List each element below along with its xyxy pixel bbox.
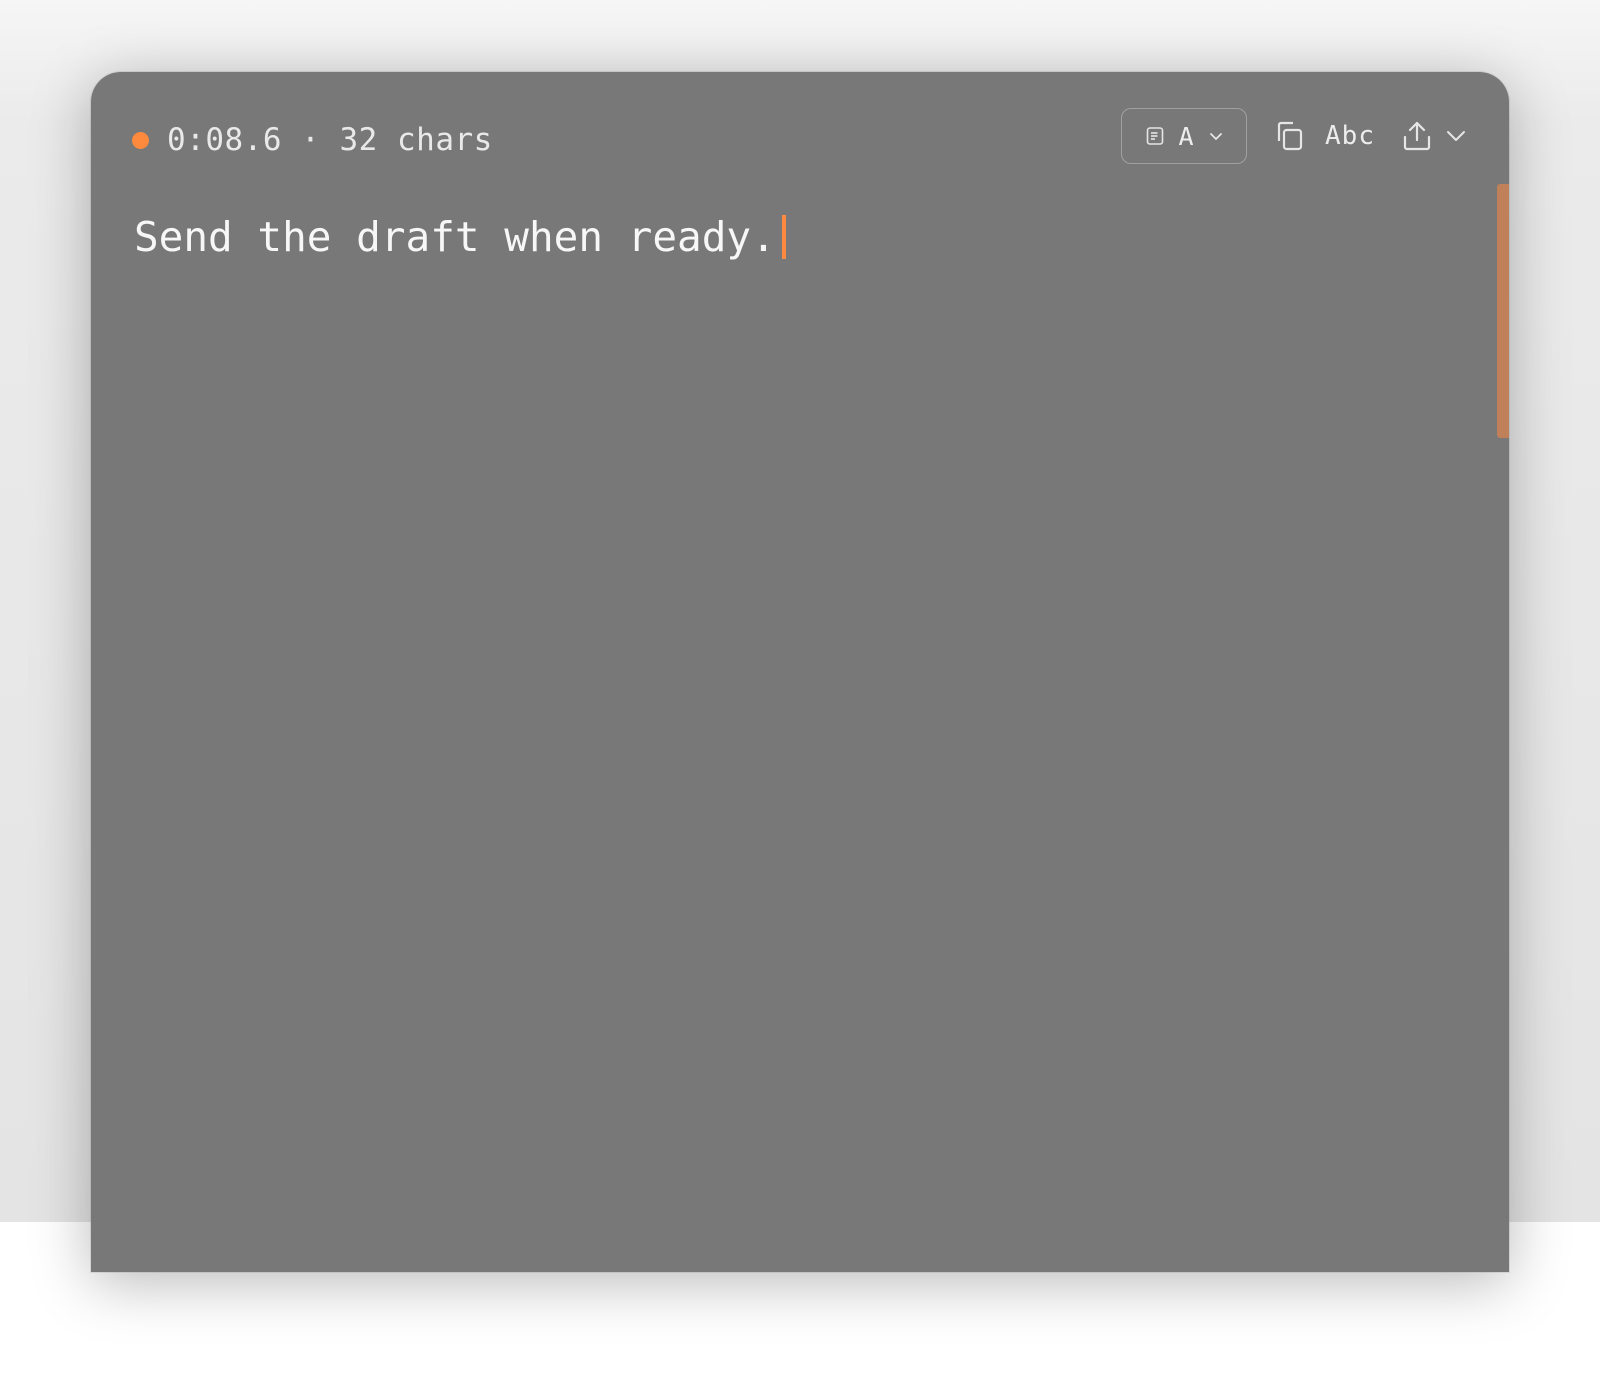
separator: · — [301, 122, 321, 158]
copy-icon — [1273, 120, 1305, 152]
copy-button[interactable] — [1273, 120, 1305, 152]
text-caret — [781, 215, 786, 259]
status-text: 0:08.6 · 32 chars — [167, 122, 493, 158]
export-button[interactable] — [1401, 120, 1467, 152]
recording-indicator — [132, 131, 149, 149]
mode-label: A — [1178, 121, 1194, 151]
transcript-text: Send the draft when ready. — [134, 213, 776, 261]
timer: 0:08.6 — [167, 122, 282, 158]
transcript-editor[interactable]: Send the draft when ready. — [134, 212, 1449, 262]
toolbar: A Abc — [1121, 107, 1467, 165]
dictation-window: 0:08.6 · 32 chars A Abc Send the draft w… — [91, 72, 1509, 1272]
chevron-down-icon[interactable] — [1445, 125, 1467, 147]
char-count: 32 chars — [339, 122, 493, 158]
status-bar: 0:08.6 · 32 chars — [132, 116, 493, 164]
scrollbar-thumb[interactable] — [1497, 184, 1509, 438]
spellcheck-button[interactable]: Abc — [1325, 121, 1375, 151]
chevron-down-icon — [1208, 128, 1224, 144]
mode-select[interactable]: A — [1121, 108, 1248, 164]
document-icon — [1145, 126, 1165, 146]
upload-icon — [1401, 120, 1433, 152]
